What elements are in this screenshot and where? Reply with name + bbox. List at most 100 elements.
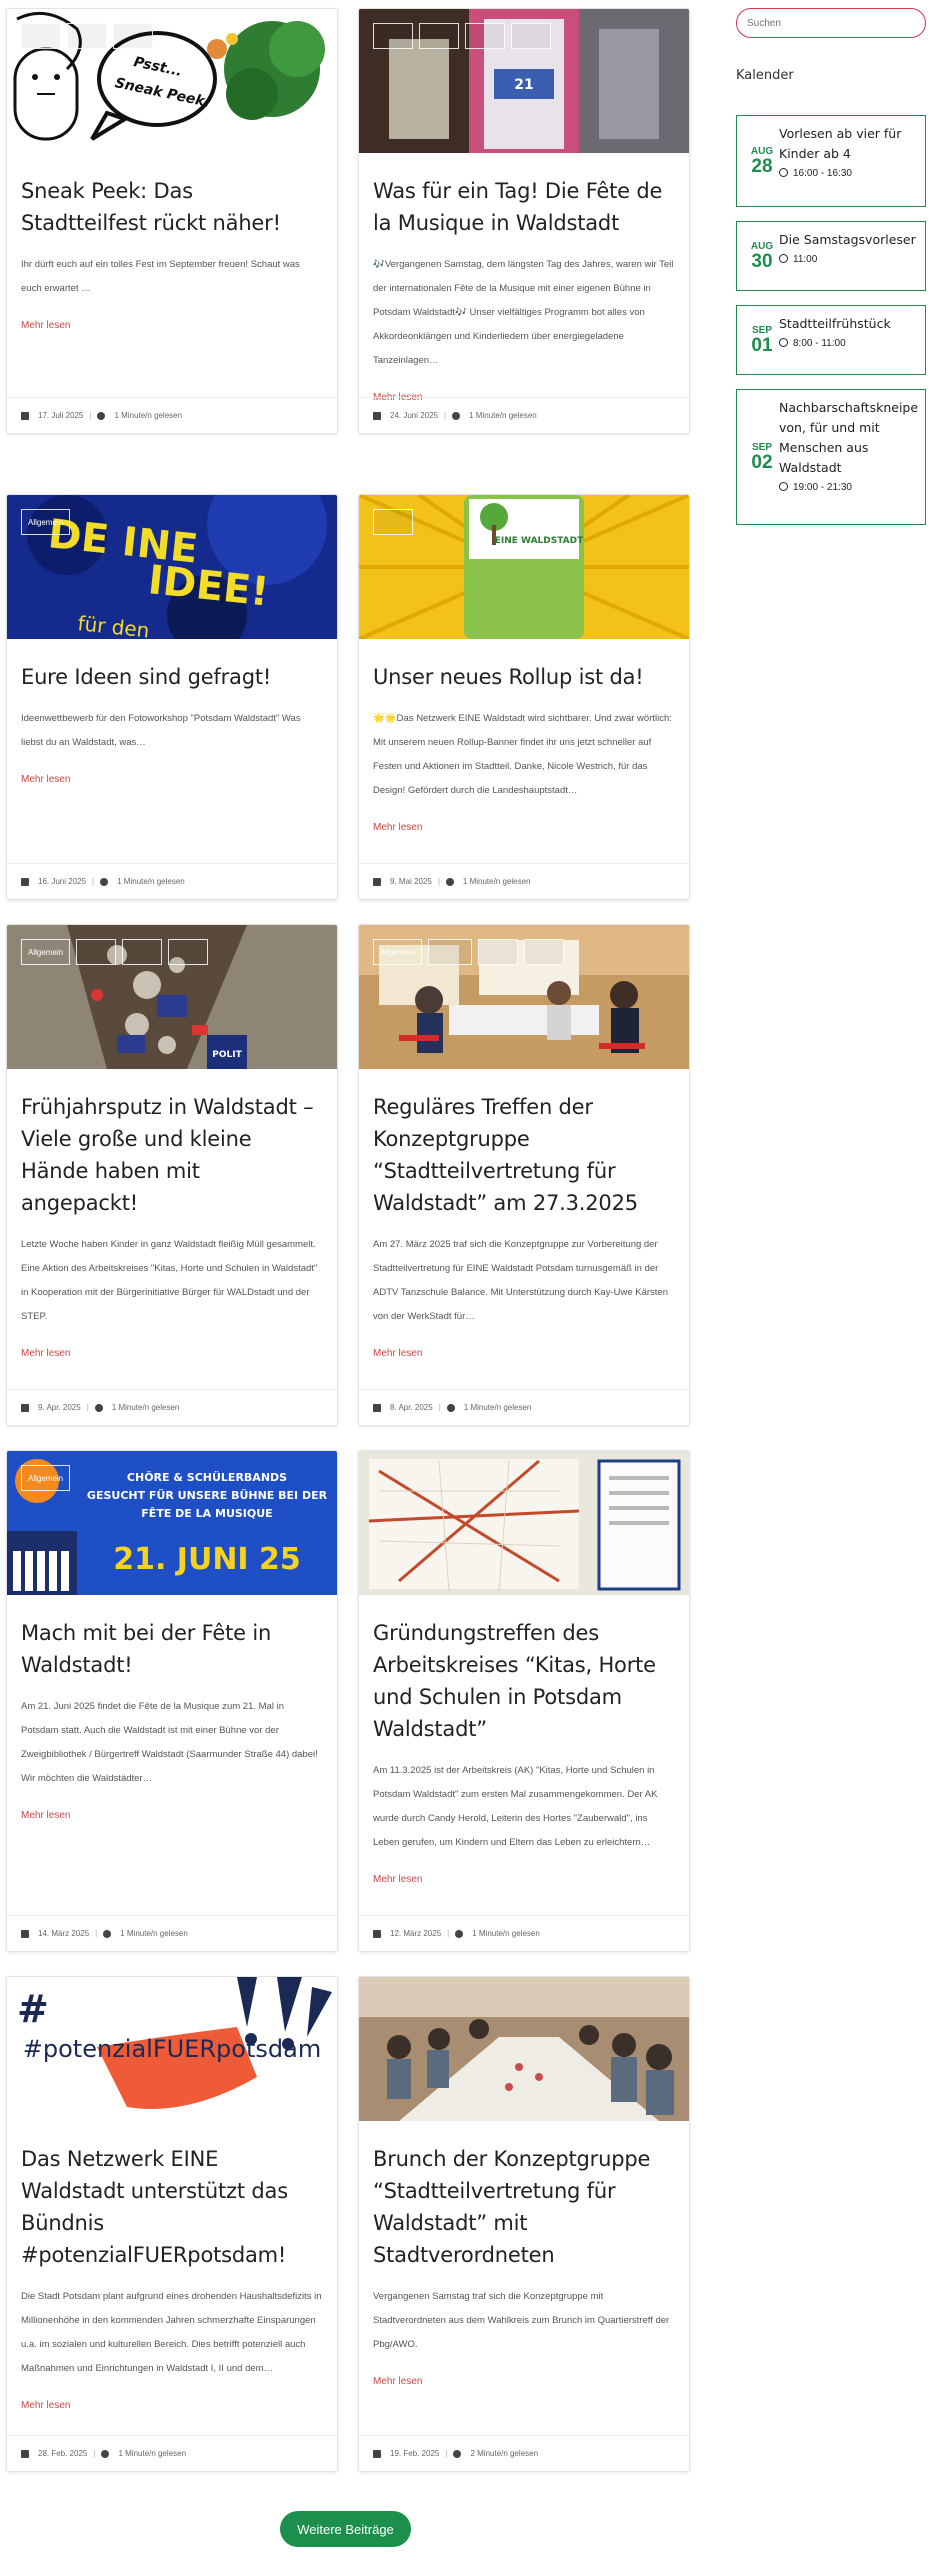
meta-separator: | [437, 877, 440, 886]
category-chip[interactable]: Allgemein [21, 509, 71, 535]
read-more-link[interactable]: Mehr lesen [21, 320, 70, 331]
post-thumbnail[interactable]: Psst... Sneak Peek! [7, 9, 337, 153]
post-meta: 12. März 2025 | 1 Minute/n gelesen [359, 1915, 689, 1951]
category-chip[interactable] [21, 23, 61, 49]
post-title[interactable]: Eure Ideen sind gefragt! [21, 661, 323, 693]
post-card: Gründungstreffen des Arbeitskreises “Kit… [358, 1450, 690, 1952]
post-title[interactable]: Unser neues Rollup ist da! [373, 661, 675, 693]
calendar-icon [373, 1929, 381, 1938]
category-chips: Allgemein [21, 939, 209, 965]
read-more-link[interactable]: Mehr lesen [21, 1348, 70, 1359]
event-time: 19:00 - 21:30 [793, 482, 852, 493]
category-chip[interactable]: Allgemein [21, 939, 71, 965]
fete-call-line1: CHÖRE & SCHÜLERBANDS [127, 1470, 287, 1484]
category-chip[interactable] [428, 939, 473, 965]
calendar-icon [21, 877, 29, 886]
post-date: 16. Juni 2025 [38, 877, 87, 886]
category-chips: Allgemein [373, 939, 565, 965]
calendar-icon [373, 1403, 381, 1412]
category-chip[interactable] [524, 939, 565, 965]
fete-call-line2: GESUCHT FÜR UNSERE BÜHNE BEI DER [87, 1488, 328, 1502]
read-time: 1 Minute/n gelesen [462, 877, 531, 886]
post-meta: 9. Apr. 2025 | 1 Minute/n gelesen [7, 1389, 337, 1425]
category-chip[interactable] [67, 23, 107, 49]
read-more-link[interactable]: Mehr lesen [21, 1810, 70, 1821]
read-time: 1 Minute/n gelesen [118, 2449, 187, 2458]
event-title[interactable]: Vorlesen ab vier für Kinder ab 4 [779, 124, 919, 164]
load-more-button[interactable]: Weitere Beiträge [280, 2511, 411, 2547]
category-chip[interactable]: Allgemein [373, 939, 423, 965]
category-chip[interactable] [76, 939, 117, 965]
clock-icon [100, 877, 109, 886]
post-thumbnail[interactable]: EINE WALDSTADT [359, 495, 689, 639]
calendar-icon [373, 411, 381, 420]
calendar-icon [373, 2449, 381, 2458]
clock-icon [453, 2449, 462, 2458]
event-time: 8:00 - 11:00 [793, 338, 846, 349]
post-thumbnail[interactable]: CHÖRE & SCHÜLERBANDS GESUCHT FÜR UNSERE … [7, 1451, 337, 1595]
read-more-link[interactable]: Mehr lesen [21, 2400, 70, 2411]
read-more-link[interactable]: Mehr lesen [373, 1348, 422, 1359]
category-chip[interactable] [465, 23, 505, 49]
post-meta: 16. Juni 2025 | 1 Minute/n gelesen [7, 863, 337, 899]
read-more-link[interactable]: Mehr lesen [21, 774, 70, 785]
post-thumbnail[interactable]: 21 [359, 9, 689, 153]
post-title[interactable]: Brunch der Konzeptgruppe “Stadtteilvertr… [373, 2143, 675, 2271]
post-date: 9. Apr. 2025 [38, 1403, 81, 1412]
calendar-event[interactable]: SEP 02 Nachbarschaftskneipe von, für und… [736, 389, 926, 525]
post-title[interactable]: Mach mit bei der Fête in Waldstadt! [21, 1617, 323, 1681]
calendar-event[interactable]: SEP 01 Stadtteilfrühstück 8:00 - 11:00 [736, 305, 926, 375]
meta-separator: | [93, 2449, 96, 2458]
calendar-event[interactable]: AUG 28 Vorlesen ab vier für Kinder ab 4 … [736, 115, 926, 207]
clock-icon [101, 2449, 110, 2458]
category-chip[interactable]: Allgemein [21, 1465, 71, 1491]
meta-separator: | [445, 2449, 448, 2458]
post-title[interactable]: Frühjahrsputz in Waldstadt – Viele große… [21, 1091, 323, 1219]
clock-icon [94, 1403, 103, 1412]
post-title[interactable]: Reguläres Treffen der Konzeptgruppe “Sta… [373, 1091, 675, 1219]
calendar-event[interactable]: AUG 30 Die Samstagsvorleser 11:00 [736, 221, 926, 291]
meta-separator: | [86, 1403, 89, 1412]
meta-separator: | [444, 411, 447, 420]
post-meta: 9. Mai 2025 | 1 Minute/n gelesen [359, 863, 689, 899]
svg-text:21: 21 [514, 77, 533, 93]
post-excerpt: Am 21. Juni 2025 findet die Fête de la M… [21, 1701, 318, 1784]
post-thumbnail[interactable] [359, 1977, 689, 2121]
svg-text:EINE WALDSTADT: EINE WALDSTADT [495, 536, 584, 546]
event-title[interactable]: Stadtteilfrühstück [779, 314, 919, 334]
event-day: 30 [751, 251, 773, 272]
post-meta: 19. Feb. 2025 | 2 Minute/n gelesen [359, 2435, 689, 2471]
post-title[interactable]: Gründungstreffen des Arbeitskreises “Kit… [373, 1617, 675, 1745]
post-date: 28. Feb. 2025 [38, 2449, 88, 2458]
post-meta: 8. Apr. 2025 | 1 Minute/n gelesen [359, 1389, 689, 1425]
post-thumbnail[interactable]: POLIT Allgemein [7, 925, 337, 1069]
read-more-link[interactable]: Mehr lesen [373, 1874, 422, 1885]
read-more-link[interactable]: Mehr lesen [373, 2376, 422, 2387]
read-more-link[interactable]: Mehr lesen [373, 822, 422, 833]
category-chip[interactable] [373, 23, 413, 49]
post-thumbnail[interactable]: DE INE IDEE! für den Allgemein [7, 495, 337, 639]
post-thumbnail[interactable]: Allgemein [359, 925, 689, 1069]
event-title[interactable]: Nachbarschaftskneipe von, für und mit Me… [779, 398, 919, 478]
event-day: 02 [751, 452, 773, 473]
category-chip[interactable] [478, 939, 519, 965]
category-chip[interactable] [511, 23, 551, 49]
category-chip[interactable] [373, 509, 413, 535]
read-time: 1 Minute/n gelesen [114, 411, 183, 420]
category-chip[interactable] [168, 939, 209, 965]
search-input[interactable] [736, 8, 926, 38]
calendar-icon [21, 1929, 29, 1938]
post-thumbnail[interactable] [359, 1451, 689, 1595]
post-title[interactable]: Was für ein Tag! Die Fête de la Musique … [373, 175, 675, 239]
post-title[interactable]: Sneak Peek: Das Stadtteilfest rückt nähe… [21, 175, 323, 239]
meta-separator: | [447, 1929, 450, 1938]
post-title[interactable]: Das Netzwerk EINE Waldstadt unterstützt … [21, 2143, 323, 2271]
category-chip[interactable] [419, 23, 459, 49]
post-thumbnail[interactable]: # #potenzialFUERpotsdam [7, 1977, 337, 2121]
calendar-icon [21, 1403, 29, 1412]
category-chip[interactable] [122, 939, 163, 965]
calendar-icon [373, 877, 381, 886]
event-title[interactable]: Die Samstagsvorleser [779, 230, 919, 250]
clock-icon [97, 411, 106, 420]
category-chip[interactable] [113, 23, 153, 49]
